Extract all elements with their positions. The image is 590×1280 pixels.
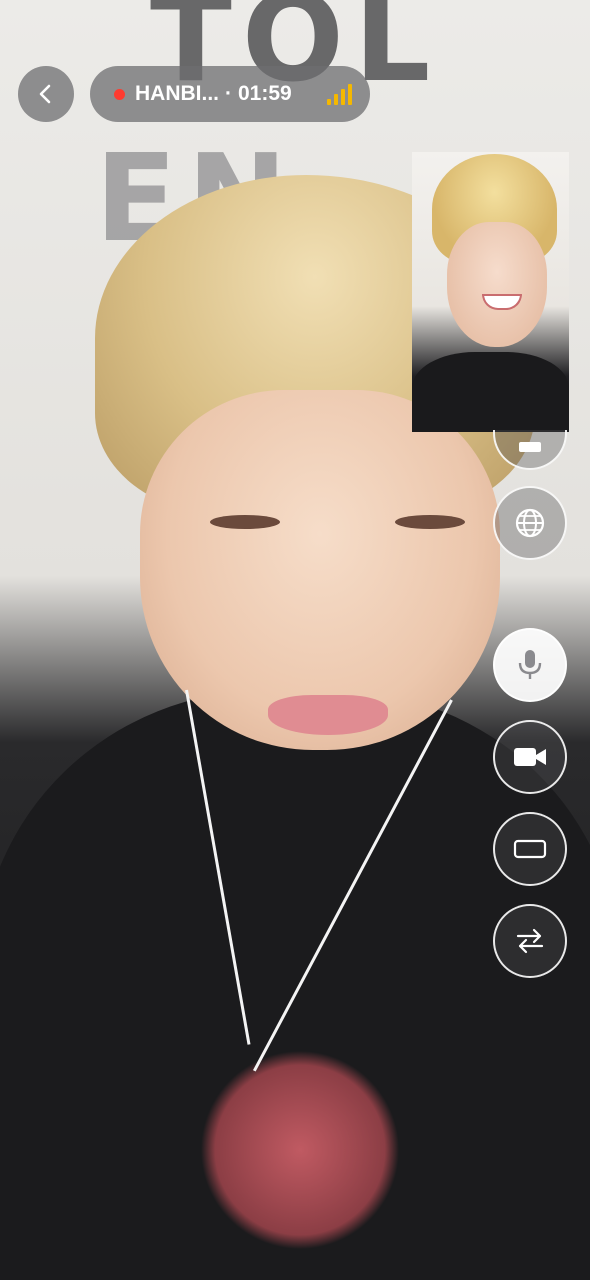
partial-control-icon	[519, 442, 541, 452]
caller-name: HANBI...	[135, 82, 219, 105]
microphone-icon	[518, 650, 542, 679]
self-view-body	[412, 352, 569, 432]
screen-rectangle-icon	[513, 839, 547, 859]
switch-camera-button[interactable]	[493, 904, 567, 978]
translate-button[interactable]	[493, 486, 567, 560]
signal-strength-icon	[327, 83, 352, 105]
chevron-left-icon	[39, 84, 51, 104]
remote-person-mouth	[268, 695, 388, 735]
self-view-face	[447, 222, 547, 347]
remote-person-eye-left	[210, 515, 280, 529]
remote-person-eye-right	[395, 515, 465, 529]
call-duration: 01:59	[238, 82, 292, 105]
microphone-button[interactable]	[493, 628, 567, 702]
back-button[interactable]	[18, 66, 74, 122]
self-view-video[interactable]	[412, 152, 569, 432]
shirt-print	[200, 1050, 400, 1250]
video-toggle-button[interactable]	[493, 720, 567, 794]
separator: ·	[225, 82, 232, 105]
call-status-pill[interactable]: HANBI... · 01:59	[90, 66, 370, 122]
video-camera-icon	[514, 748, 546, 766]
screen-mode-button[interactable]	[493, 812, 567, 886]
globe-icon	[515, 508, 545, 538]
swap-camera-icon	[516, 928, 544, 954]
recording-dot-icon	[114, 88, 125, 100]
